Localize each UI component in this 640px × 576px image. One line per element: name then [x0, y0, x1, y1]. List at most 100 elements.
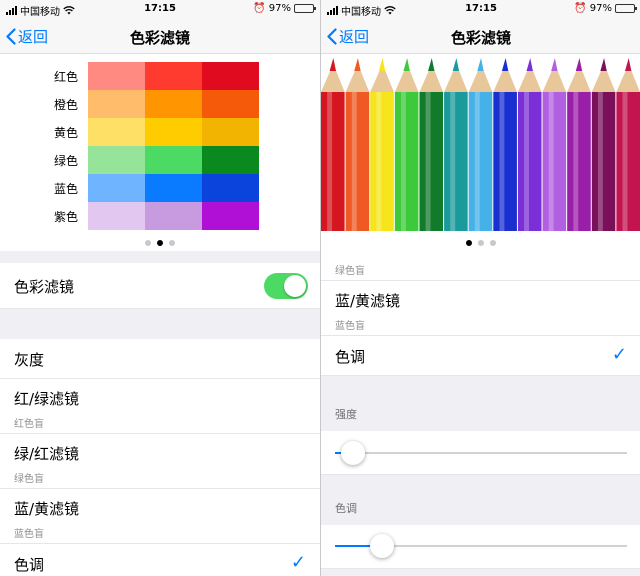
color-grid-row: 黄色: [0, 118, 259, 146]
option-subtitle: 绿色盲: [14, 474, 44, 485]
pencil-preview[interactable]: [321, 54, 640, 251]
intensity-slider-row: [321, 431, 640, 475]
filter-option[interactable]: 色调 ✓: [0, 544, 320, 576]
left-screen: 中国移动 17:15 ⏰ 97% 返回 色彩滤镜 红色橙色黄色绿色蓝色紫色 色彩…: [0, 0, 320, 576]
option-title: 灰度: [14, 351, 45, 369]
color-swatch: [202, 174, 259, 202]
filter-option[interactable]: 灰度: [0, 339, 320, 379]
option-subtitle: 蓝色盲: [335, 321, 365, 332]
option-title: 蓝/黄滤镜: [335, 292, 401, 310]
alarm-icon: ⏰: [574, 3, 587, 14]
color-row-label: 绿色: [53, 153, 78, 168]
color-swatch: [88, 90, 145, 118]
filter-option[interactable]: 红/绿滤镜红色盲: [0, 379, 320, 434]
option-title: 色调: [14, 556, 45, 574]
battery-icon: [615, 4, 637, 13]
color-swatch: [145, 202, 202, 230]
filter-options-list: 蓝/黄滤镜蓝色盲色调 ✓: [321, 281, 640, 376]
hue-label: 色调: [335, 502, 357, 515]
page-dot[interactable]: [478, 240, 484, 246]
option-title: 绿/红滤镜: [14, 445, 80, 463]
color-swatch: [88, 202, 145, 230]
color-swatch: [145, 62, 202, 90]
battery-percent: 97%: [589, 3, 612, 14]
color-swatch: [202, 118, 259, 146]
option-subtitle: 蓝色盲: [14, 529, 44, 540]
pencil: [591, 58, 616, 231]
color-grid-row: 橙色: [0, 90, 259, 118]
battery-percent: 97%: [268, 3, 291, 14]
option-title: 色调: [335, 348, 366, 366]
color-preview[interactable]: 红色橙色黄色绿色蓝色紫色: [0, 54, 320, 251]
filter-option[interactable]: 蓝/黄滤镜蓝色盲: [0, 489, 320, 544]
checkmark-icon: ✓: [611, 344, 627, 365]
status-bar: 中国移动 17:15 ⏰ 97%: [0, 0, 320, 18]
color-filter-toggle-row: 色彩滤镜: [0, 263, 320, 309]
pencil: [394, 58, 419, 231]
color-row-label: 蓝色: [53, 181, 78, 196]
color-row-label: 紫色: [53, 209, 78, 224]
filter-option[interactable]: 绿/红滤镜绿色盲: [0, 434, 320, 489]
color-filter-switch[interactable]: [264, 273, 308, 299]
page-dot[interactable]: [145, 240, 151, 246]
page-dot[interactable]: [169, 240, 175, 246]
filter-option[interactable]: 色调 ✓: [321, 336, 640, 376]
color-swatch: [202, 146, 259, 174]
option-title: 红/绿滤镜: [14, 390, 80, 408]
right-screen: 中国移动 17:15 ⏰ 97% 返回 色彩滤镜 绿色盲 蓝/黄滤镜蓝色盲色调 ✓…: [321, 0, 640, 576]
checkmark-icon: ✓: [290, 552, 306, 573]
pencil: [419, 58, 444, 231]
pencil: [542, 58, 567, 231]
color-swatch: [202, 62, 259, 90]
color-filter-label: 色彩滤镜: [14, 278, 75, 296]
pencil: [444, 58, 468, 231]
page-dot[interactable]: [490, 240, 496, 246]
intensity-slider[interactable]: [340, 441, 365, 465]
nav-bar: 返回 色彩滤镜: [321, 18, 640, 54]
pencil: [468, 58, 493, 231]
nav-bar: 返回 色彩滤镜: [0, 18, 320, 54]
color-swatch: [145, 146, 202, 174]
colored-pencils-image: [321, 58, 640, 231]
intensity-label: 强度: [335, 408, 357, 421]
page-indicator[interactable]: [321, 240, 640, 246]
color-swatch: [145, 90, 202, 118]
option-title: 蓝/黄滤镜: [14, 500, 80, 518]
pencil: [370, 58, 394, 231]
page-dot[interactable]: [157, 240, 163, 246]
list-item[interactable]: 绿色盲: [321, 251, 640, 281]
status-bar: 中国移动 17:15 ⏰ 97%: [321, 0, 640, 18]
pencil: [345, 58, 370, 231]
option-subtitle: 红色盲: [14, 419, 44, 430]
color-grid: 红色橙色黄色绿色蓝色紫色: [0, 62, 259, 230]
color-swatch: [88, 146, 145, 174]
page-title: 色彩滤镜: [450, 29, 511, 47]
color-swatch: [88, 62, 145, 90]
page-dot[interactable]: [466, 240, 472, 246]
color-grid-row: 绿色: [0, 146, 259, 174]
color-row-label: 黄色: [53, 125, 78, 140]
filter-options-list: 灰度红/绿滤镜红色盲绿/红滤镜绿色盲蓝/黄滤镜蓝色盲色调 ✓: [0, 339, 320, 576]
color-swatch: [202, 90, 259, 118]
pencil: [321, 58, 345, 231]
alarm-icon: ⏰: [253, 3, 266, 14]
page-indicator[interactable]: [0, 240, 320, 246]
filter-option[interactable]: 蓝/黄滤镜蓝色盲: [321, 281, 640, 336]
color-swatch: [145, 174, 202, 202]
hue-slider[interactable]: [369, 534, 394, 558]
option-subtitle: 绿色盲: [335, 266, 365, 277]
color-swatch: [145, 118, 202, 146]
pencil: [493, 58, 517, 231]
hue-slider-row: [321, 525, 640, 569]
color-swatch: [202, 202, 259, 230]
color-grid-row: 紫色: [0, 202, 259, 230]
color-row-label: 红色: [53, 69, 78, 84]
battery-icon: [294, 4, 316, 13]
color-swatch: [88, 174, 145, 202]
page-title: 色彩滤镜: [129, 29, 190, 47]
color-grid-row: 蓝色: [0, 174, 259, 202]
color-swatch: [88, 118, 145, 146]
pencil: [567, 58, 591, 231]
color-row-label: 橙色: [53, 97, 78, 112]
pencil: [616, 58, 640, 231]
